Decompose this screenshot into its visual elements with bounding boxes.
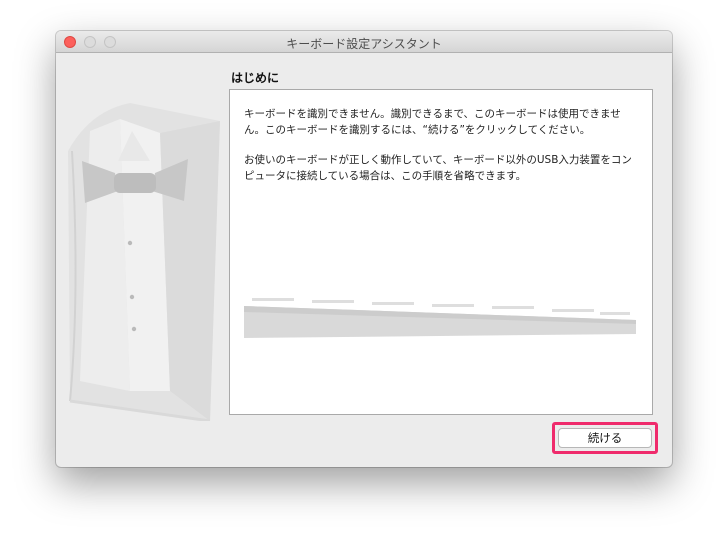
setup-assistant-window: キーボード設定アシスタント はじめに キーボードを識別できません。識別できるまで… — [56, 31, 672, 467]
content-panel: キーボードを識別できません。識別できるまで、このキーボードは使用できません。この… — [229, 89, 653, 415]
tuxedo-illustration-icon — [68, 103, 220, 421]
title-bar: キーボード設定アシスタント — [56, 31, 672, 53]
window-title: キーボード設定アシスタント — [286, 37, 442, 51]
section-heading: はじめに — [231, 71, 280, 85]
continue-button[interactable]: 続ける — [558, 428, 652, 448]
instruction-paragraph: キーボードを識別できません。識別できるまで、このキーボードは使用できません。この… — [244, 108, 621, 136]
keyboard-illustration-icon — [244, 298, 636, 338]
skip-note-paragraph: お使いのキーボードが正しく動作していて、キーボード以外のUSB入力装置をコンピュ… — [244, 154, 632, 182]
